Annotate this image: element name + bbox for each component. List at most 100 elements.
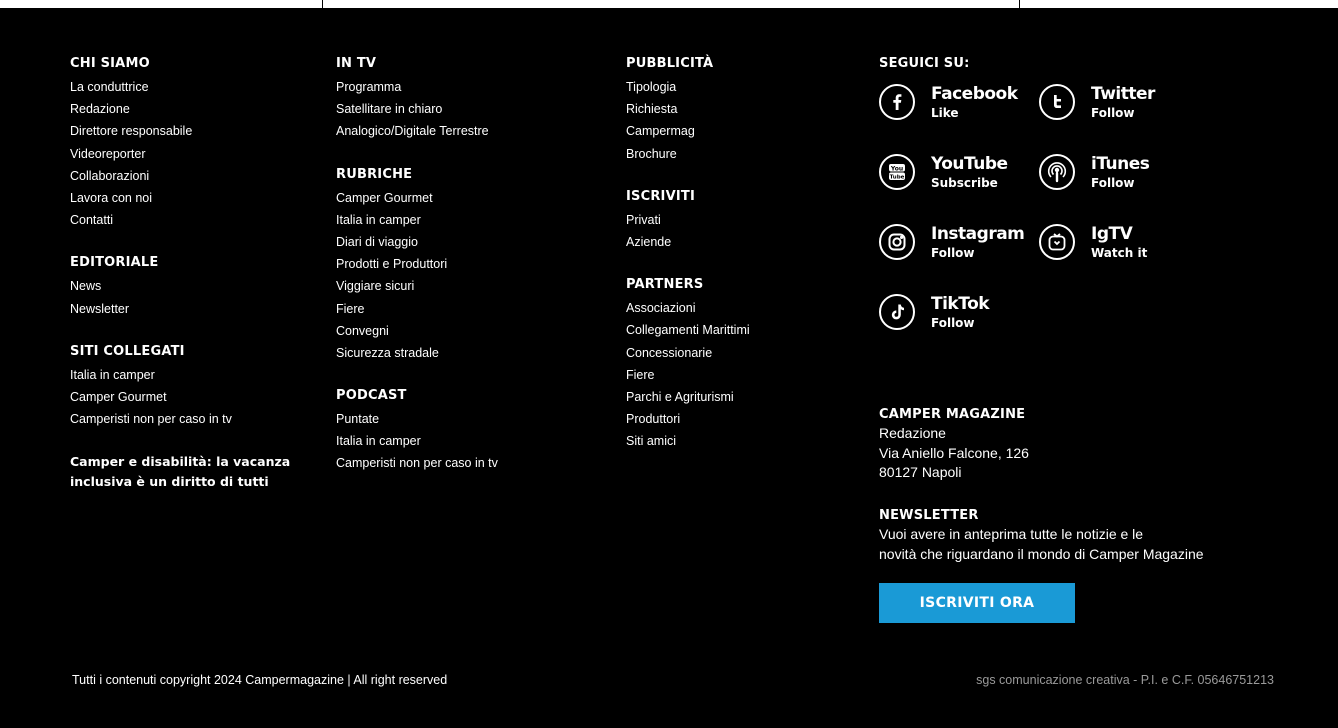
- link-analogico-digitale[interactable]: Analogico/Digitale Terrestre: [336, 120, 606, 142]
- instagram-button[interactable]: Instagram Follow: [879, 216, 1025, 268]
- podcast-section: PODCAST Puntate Italia in camper Camperi…: [336, 387, 606, 475]
- social-action: Watch it: [1091, 245, 1148, 260]
- rubriche-section: RUBRICHE Camper Gourmet Italia in camper…: [336, 166, 606, 365]
- link-viggiare-sicuri[interactable]: Viggiare sicuri: [336, 275, 606, 297]
- chi-siamo-section: CHI SIAMO La conduttrice Redazione Diret…: [70, 55, 320, 231]
- link-convegni[interactable]: Convegni: [336, 320, 606, 342]
- social-buttons-grid: Facebook Like Twitter Follow You Tube Yo…: [879, 76, 1299, 366]
- link-satellitare[interactable]: Satellitare in chiaro: [336, 98, 606, 120]
- facebook-button[interactable]: Facebook Like: [879, 76, 1019, 128]
- pubblicita-section: PUBBLICITÀ Tipologia Richiesta Campermag…: [626, 55, 866, 165]
- section-heading: SEGUICI SU:: [879, 56, 970, 71]
- link-camper-gourmet[interactable]: Camper Gourmet: [336, 187, 606, 209]
- subscribe-now-button[interactable]: ISCRIVITI ORA: [879, 583, 1075, 623]
- link-sicurezza-stradale[interactable]: Sicurezza stradale: [336, 342, 606, 364]
- youtube-button[interactable]: You Tube YouTube Subscribe: [879, 146, 1019, 198]
- social-name: Instagram: [931, 223, 1025, 244]
- footer-column-2: IN TV Programma Satellitare in chiaro An…: [336, 55, 606, 498]
- social-action: Like: [931, 105, 959, 120]
- svg-text:Tube: Tube: [890, 175, 905, 181]
- link-richiesta[interactable]: Richiesta: [626, 98, 866, 120]
- social-name: iTunes: [1091, 153, 1150, 174]
- section-heading: IN TV: [336, 56, 377, 71]
- link-camperisti-non-per-caso[interactable]: Camperisti non per caso in tv: [70, 408, 320, 430]
- contact-address: Via Aniello Falcone, 126: [879, 444, 1029, 461]
- section-heading: CAMPER MAGAZINE: [879, 407, 1026, 422]
- section-heading: EDITORIALE: [70, 255, 159, 271]
- tiktok-icon: [879, 294, 915, 330]
- social-name: TikTok: [931, 293, 990, 314]
- link-concessionarie[interactable]: Concessionarie: [626, 342, 866, 364]
- feature-line-2: inclusiva è un diritto di tutti: [70, 474, 269, 490]
- itunes-icon: [1039, 154, 1075, 190]
- facebook-icon: [879, 84, 915, 120]
- section-heading: SITI COLLEGATI: [70, 343, 185, 359]
- link-programma[interactable]: Programma: [336, 76, 606, 98]
- link-italia-in-camper[interactable]: Italia in camper: [70, 364, 320, 386]
- social-name: YouTube: [931, 153, 1008, 174]
- itunes-button[interactable]: iTunes Follow: [1039, 146, 1179, 198]
- link-lavora-con-noi[interactable]: Lavora con noi: [70, 187, 320, 209]
- link-fiere[interactable]: Fiere: [626, 364, 866, 386]
- copyright-text: Tutti i contenuti copyright 2024 Camperm…: [72, 673, 448, 687]
- link-aziende[interactable]: Aziende: [626, 231, 866, 253]
- social-name: IgTV: [1091, 223, 1133, 244]
- link-puntate[interactable]: Puntate: [336, 408, 606, 430]
- instagram-icon: [879, 224, 915, 260]
- link-tipologia[interactable]: Tipologia: [626, 76, 866, 98]
- social-section: SEGUICI SU: Facebook Like Twitter Follow: [879, 55, 1299, 366]
- contact-city: 80127 Napoli: [879, 464, 962, 480]
- newsletter-block: NEWSLETTER Vuoi avere in anteprima tutte…: [879, 507, 1299, 564]
- link-collegamenti-marittimi[interactable]: Collegamenti Marittimi: [626, 319, 866, 341]
- igtv-icon: [1039, 224, 1075, 260]
- social-action: Follow: [1091, 105, 1135, 120]
- link-videoreporter[interactable]: Videoreporter: [70, 143, 320, 165]
- svg-text:You: You: [890, 165, 903, 172]
- igtv-button[interactable]: IgTV Watch it: [1039, 216, 1179, 268]
- section-heading: RUBRICHE: [336, 166, 413, 182]
- link-prodotti-produttori[interactable]: Prodotti e Produttori: [336, 253, 606, 275]
- newsletter-text-line-2: novità che riguardano il mondo di Camper…: [879, 545, 1204, 562]
- link-redazione[interactable]: Redazione: [70, 98, 320, 120]
- link-siti-amici[interactable]: Siti amici: [626, 430, 866, 452]
- social-action: Follow: [931, 245, 975, 260]
- link-diari-di-viaggio[interactable]: Diari di viaggio: [336, 231, 606, 253]
- link-camper-gourmet[interactable]: Camper Gourmet: [70, 386, 320, 408]
- link-collaborazioni[interactable]: Collaborazioni: [70, 165, 320, 187]
- section-heading: PODCAST: [336, 388, 407, 404]
- link-la-conduttrice[interactable]: La conduttrice: [70, 76, 320, 98]
- top-strip: [0, 0, 1338, 8]
- section-heading: ISCRIVITI: [626, 188, 695, 204]
- link-camperisti-non-per-caso[interactable]: Camperisti non per caso in tv: [336, 452, 606, 474]
- feature-article-link[interactable]: Camper e disabilità: la vacanza inclusiv…: [70, 452, 320, 492]
- link-campermag[interactable]: Campermag: [626, 120, 866, 142]
- credits-link[interactable]: sgs comunicazione creativa - P.I. e C.F.…: [976, 673, 1274, 687]
- link-privati[interactable]: Privati: [626, 209, 866, 231]
- link-fiere[interactable]: Fiere: [336, 298, 606, 320]
- section-heading: PARTNERS: [626, 277, 704, 293]
- section-heading: NEWSLETTER: [879, 508, 979, 523]
- link-parchi-agriturismi[interactable]: Parchi e Agriturismi: [626, 386, 866, 408]
- link-italia-in-camper[interactable]: Italia in camper: [336, 209, 606, 231]
- youtube-icon: You Tube: [879, 154, 915, 190]
- link-brochure[interactable]: Brochure: [626, 143, 866, 165]
- link-italia-in-camper[interactable]: Italia in camper: [336, 430, 606, 452]
- contact-block: CAMPER MAGAZINE Redazione Via Aniello Fa…: [879, 406, 1299, 483]
- link-newsletter[interactable]: Newsletter: [70, 298, 320, 320]
- editoriale-section: EDITORIALE News Newsletter: [70, 254, 320, 319]
- tiktok-button[interactable]: TikTok Follow: [879, 286, 1019, 338]
- section-heading: CHI SIAMO: [70, 56, 150, 71]
- section-heading: PUBBLICITÀ: [626, 56, 714, 71]
- footer-column-1: CHI SIAMO La conduttrice Redazione Diret…: [70, 55, 320, 492]
- link-produttori[interactable]: Produttori: [626, 408, 866, 430]
- twitter-button[interactable]: Twitter Follow: [1039, 76, 1179, 128]
- feature-line-1: Camper e disabilità: la vacanza: [70, 454, 291, 470]
- contact-line: Redazione: [879, 425, 946, 441]
- newsletter-text-line-1: Vuoi avere in anteprima tutte le notizie…: [879, 526, 1144, 542]
- link-associazioni[interactable]: Associazioni: [626, 297, 866, 319]
- link-contatti[interactable]: Contatti: [70, 209, 320, 231]
- link-direttore-responsabile[interactable]: Direttore responsabile: [70, 120, 320, 142]
- social-action: Subscribe: [931, 175, 998, 190]
- link-news[interactable]: News: [70, 275, 320, 297]
- siti-collegati-section: SITI COLLEGATI Italia in camper Camper G…: [70, 343, 320, 431]
